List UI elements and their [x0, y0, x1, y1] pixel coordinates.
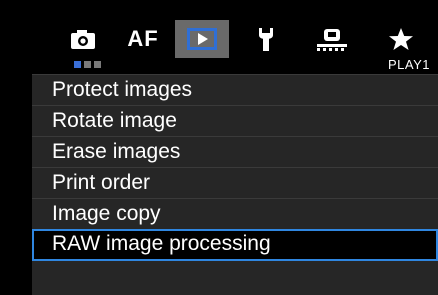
menu-item-label: Erase images	[52, 140, 181, 163]
custom-function-icon	[315, 26, 349, 52]
menu-item-label: Protect images	[52, 78, 193, 101]
menu-item-print-order[interactable]: Print order	[32, 167, 438, 198]
tab-custom-functions[interactable]	[302, 20, 362, 58]
menu-tab-bar: AF	[32, 20, 438, 58]
tab-my-menu[interactable]	[378, 20, 424, 58]
play-icon	[187, 28, 217, 50]
camera-icon	[69, 28, 97, 50]
menu-list: Protect images Rotate image Erase images…	[32, 74, 438, 295]
menu-item-label: Image copy	[52, 202, 161, 225]
page-dot-2	[84, 61, 91, 68]
menu-item-label: Rotate image	[52, 109, 177, 132]
menu-item-rotate-image[interactable]: Rotate image	[32, 105, 438, 136]
tab-setup[interactable]	[244, 20, 288, 58]
menu-item-label: Print order	[52, 171, 151, 194]
tab-af-label: AF	[127, 26, 159, 51]
menu-item-protect-images[interactable]: Protect images	[32, 74, 438, 105]
tab-playback[interactable]	[175, 20, 229, 58]
page-dot-3	[94, 61, 101, 68]
menu-item-erase-images[interactable]: Erase images	[32, 136, 438, 167]
tab-shooting[interactable]	[60, 20, 106, 58]
menu-item-raw-image-processing[interactable]: RAW image processing	[32, 229, 438, 261]
menu-item-label: RAW image processing	[52, 232, 271, 255]
page-dot-1	[74, 61, 81, 68]
camera-menu-screen: AF PLAY1 Protect images Rotate image Era…	[32, 0, 438, 295]
page-label: PLAY1	[387, 57, 430, 72]
menu-item-image-copy[interactable]: Image copy	[32, 198, 438, 229]
tab-af[interactable]: AF	[118, 20, 168, 58]
star-icon	[388, 27, 414, 51]
wrench-icon	[255, 26, 277, 52]
page-indicator-row: PLAY1	[32, 57, 438, 74]
